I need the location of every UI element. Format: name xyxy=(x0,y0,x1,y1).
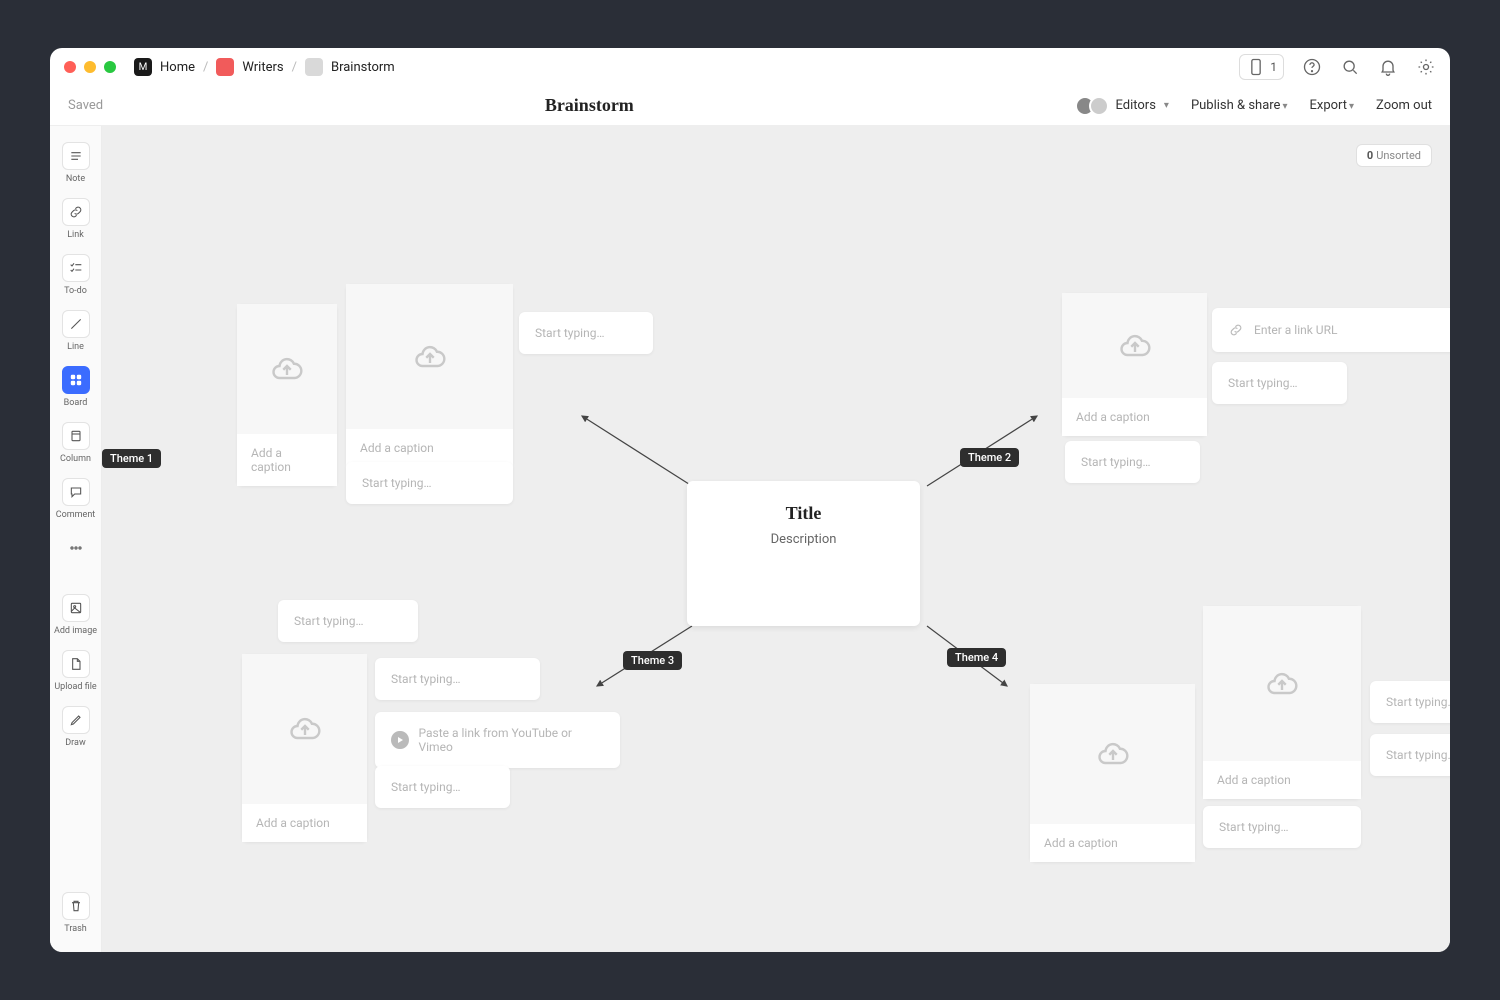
cloud-upload-icon xyxy=(269,351,305,387)
titlebar: M Home / Writers / Brainstorm 1 xyxy=(50,48,1450,86)
zoom-out-button[interactable]: Zoom out xyxy=(1376,98,1432,113)
image-card[interactable]: Add a caption xyxy=(1030,684,1195,862)
publish-share-dropdown[interactable]: Publish & share▾ xyxy=(1191,98,1288,113)
cloud-upload-icon xyxy=(1117,328,1153,364)
tool-link[interactable]: Link xyxy=(54,192,98,248)
theme-label-3[interactable]: Theme 3 xyxy=(623,651,682,670)
caption-input[interactable]: Add a caption xyxy=(237,434,337,486)
image-card[interactable]: Add a caption xyxy=(1062,293,1207,436)
caption-input[interactable]: Add a caption xyxy=(242,804,367,842)
breadcrumb-home[interactable]: Home xyxy=(160,60,195,75)
tool-trash[interactable]: Trash xyxy=(54,886,98,942)
center-description[interactable]: Description xyxy=(707,532,900,547)
center-title[interactable]: Title xyxy=(707,503,900,524)
text-card[interactable]: Start typing… xyxy=(278,600,418,642)
caption-input[interactable]: Add a caption xyxy=(1030,824,1195,862)
tool-draw[interactable]: Draw xyxy=(54,700,98,756)
image-card[interactable]: Add a caption xyxy=(346,284,513,467)
cloud-upload-icon xyxy=(1095,736,1131,772)
window-controls xyxy=(64,61,116,73)
tool-upload-file[interactable]: Upload file xyxy=(54,644,98,700)
image-card[interactable]: Add a caption xyxy=(237,304,337,486)
export-dropdown[interactable]: Export▾ xyxy=(1309,98,1354,113)
viewer-count-pill[interactable]: 1 xyxy=(1239,54,1284,80)
tool-note[interactable]: Note xyxy=(54,136,98,192)
save-status: Saved xyxy=(68,98,103,113)
viewer-count: 1 xyxy=(1270,60,1277,74)
theme-label-2[interactable]: Theme 2 xyxy=(960,448,1019,467)
doc-icon xyxy=(305,58,323,76)
image-card[interactable]: Add a caption xyxy=(1203,606,1361,799)
app-logo-icon: M xyxy=(134,58,152,76)
fullscreen-window-button[interactable] xyxy=(104,61,116,73)
minimize-window-button[interactable] xyxy=(84,61,96,73)
unsorted-badge[interactable]: 0Unsorted xyxy=(1356,144,1432,167)
breadcrumb-current[interactable]: Brainstorm xyxy=(331,60,395,75)
document-bar: Saved Brainstorm Editors▾ Publish & shar… xyxy=(50,86,1450,126)
text-card[interactable]: Start typing… xyxy=(375,766,510,808)
board-canvas[interactable]: 0Unsorted Theme 1 Theme 2 Theme 3 Theme … xyxy=(102,126,1450,952)
help-icon[interactable] xyxy=(1302,57,1322,77)
phone-icon xyxy=(1246,57,1266,77)
document-title[interactable]: Brainstorm xyxy=(103,95,1075,116)
text-card[interactable]: Start typing… xyxy=(1065,441,1200,483)
cloud-upload-icon xyxy=(412,339,448,375)
link-icon xyxy=(1228,322,1244,338)
tool-column[interactable]: Column xyxy=(54,416,98,472)
text-card[interactable]: Start typing… xyxy=(1370,681,1450,723)
tool-board[interactable]: Board xyxy=(54,360,98,416)
breadcrumb-writers[interactable]: Writers xyxy=(242,60,283,75)
text-card[interactable]: Start typing… xyxy=(1212,362,1347,404)
breadcrumb-sep: / xyxy=(292,60,297,75)
tool-add-image[interactable]: Add image xyxy=(54,588,98,644)
avatar xyxy=(1089,96,1109,116)
tool-comment[interactable]: Comment xyxy=(54,472,98,528)
theme-label-4[interactable]: Theme 4 xyxy=(947,648,1006,667)
theme-label-1[interactable]: Theme 1 xyxy=(102,449,161,468)
video-card[interactable]: Paste a link from YouTube or Vimeo xyxy=(375,712,620,768)
close-window-button[interactable] xyxy=(64,61,76,73)
image-card[interactable]: Add a caption xyxy=(242,654,367,842)
settings-icon[interactable] xyxy=(1416,57,1436,77)
folder-icon xyxy=(216,58,234,76)
bell-icon[interactable] xyxy=(1378,57,1398,77)
link-card[interactable]: Enter a link URL xyxy=(1212,308,1450,352)
editors-dropdown[interactable]: Editors▾ xyxy=(1075,96,1168,116)
tool-line[interactable]: Line xyxy=(54,304,98,360)
tool-sidebar: Note Link To-do Line Board Column Commen… xyxy=(50,126,102,952)
text-card[interactable]: Start typing… xyxy=(519,312,653,354)
center-node[interactable]: Title Description xyxy=(687,481,920,626)
breadcrumb-sep: / xyxy=(203,60,208,75)
tool-todo[interactable]: To-do xyxy=(54,248,98,304)
tool-more[interactable] xyxy=(54,528,98,574)
text-card[interactable]: Start typing… xyxy=(1370,734,1450,776)
caption-input[interactable]: Add a caption xyxy=(1062,398,1207,436)
play-icon xyxy=(391,731,409,749)
text-card[interactable]: Start typing… xyxy=(1203,806,1361,848)
cloud-upload-icon xyxy=(287,711,323,747)
caption-input[interactable]: Add a caption xyxy=(1203,761,1361,799)
text-card[interactable]: Start typing… xyxy=(346,462,513,504)
app-window: M Home / Writers / Brainstorm 1 Saved Br… xyxy=(50,48,1450,952)
text-card[interactable]: Start typing… xyxy=(375,658,540,700)
search-icon[interactable] xyxy=(1340,57,1360,77)
cloud-upload-icon xyxy=(1264,666,1300,702)
